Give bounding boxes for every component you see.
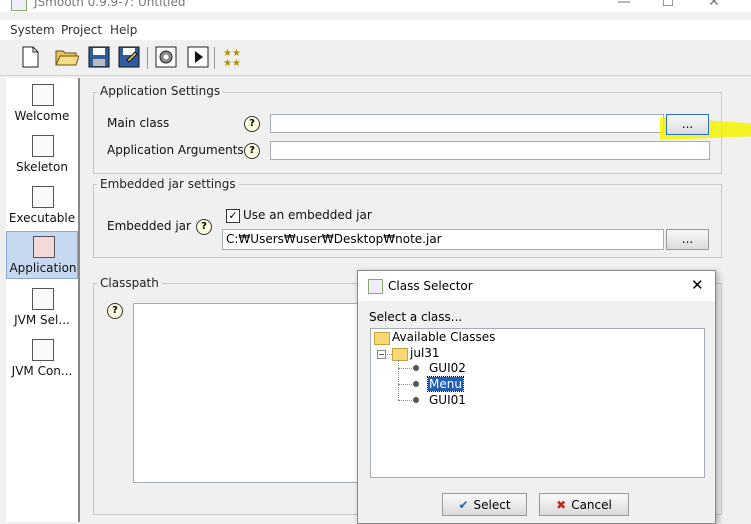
- folder-icon: [392, 348, 408, 361]
- window-title: JSmooth 0.9.9-7: Untitled: [34, 0, 186, 9]
- embedded-jar-label: Embedded jar: [107, 219, 191, 233]
- embedded-jar-browse-button[interactable]: ...: [666, 229, 709, 250]
- compile-icon[interactable]: [154, 45, 178, 69]
- select-button[interactable]: ✔ Select: [442, 493, 527, 516]
- app-args-label: Application Arguments: [107, 143, 244, 157]
- app-args-field[interactable]: [270, 141, 710, 160]
- cancel-x-icon: ✖: [556, 497, 567, 512]
- close-icon[interactable]: ✕: [704, 0, 724, 10]
- nav-welcome[interactable]: Welcome: [6, 80, 78, 128]
- application-settings-title: Application Settings: [97, 84, 224, 98]
- minimize-icon[interactable]: —: [614, 0, 634, 10]
- app-icon: [11, 0, 27, 11]
- nav-jvm-config-label: JVM Con...: [11, 364, 73, 378]
- tree-class-item[interactable]: GUI02: [429, 361, 466, 375]
- help-icon[interactable]: ?: [244, 143, 260, 159]
- jvm-selection-icon: [32, 288, 54, 310]
- nav-executable[interactable]: Executable: [6, 182, 78, 230]
- embedded-jar-path-field[interactable]: C:₩Users₩user₩Desktop₩note.jar: [222, 229, 664, 250]
- menu-bar: System Project Help: [0, 20, 751, 40]
- help-icon[interactable]: ?: [196, 219, 212, 235]
- svg-text:★★: ★★: [223, 58, 241, 68]
- new-icon[interactable]: [18, 45, 42, 69]
- embedded-jar-settings-title: Embedded jar settings: [97, 177, 239, 191]
- class-selector-dialog: Class Selector ✕ Select a class... Avail…: [357, 270, 716, 524]
- nav-welcome-label: Welcome: [14, 109, 70, 123]
- title-bar: JSmooth 0.9.9-7: Untitled — ☐ ✕: [0, 0, 751, 12]
- classpath-title: Classpath: [97, 276, 162, 290]
- class-tree[interactable]: Available Classes − jul31 GUI02 Menu GUI…: [370, 328, 705, 478]
- check-icon: ✔: [458, 497, 469, 512]
- about-icon[interactable]: ★★ ★★: [221, 45, 245, 69]
- dialog-title: Class Selector: [388, 279, 473, 293]
- main-class-field[interactable]: [270, 114, 664, 133]
- main-class-label: Main class: [107, 116, 170, 130]
- use-embedded-checkbox[interactable]: ✓: [226, 209, 240, 223]
- menu-system[interactable]: System: [10, 23, 55, 37]
- tree-package[interactable]: jul31: [410, 346, 440, 360]
- nav-skeleton-label: Skeleton: [16, 160, 68, 174]
- java-icon: [368, 279, 383, 294]
- open-icon[interactable]: [55, 45, 79, 69]
- cancel-button-label: Cancel: [571, 497, 612, 512]
- classpath-list[interactable]: [133, 303, 361, 483]
- main-class-browse-button[interactable]: ...: [666, 114, 709, 135]
- class-icon: [413, 397, 419, 403]
- run-icon[interactable]: [186, 45, 210, 69]
- nav-application[interactable]: Application: [6, 231, 78, 279]
- close-icon[interactable]: ✕: [691, 276, 704, 294]
- nav-skeleton[interactable]: Skeleton: [6, 131, 78, 179]
- welcome-icon: [32, 84, 54, 106]
- dialog-prompt: Select a class...: [369, 310, 463, 324]
- nav-application-label: Application: [9, 261, 77, 275]
- tree-class-item[interactable]: GUI01: [429, 393, 466, 407]
- dialog-title-bar: Class Selector ✕: [358, 271, 715, 301]
- help-icon[interactable]: ?: [107, 303, 123, 319]
- tree-root[interactable]: Available Classes: [392, 330, 495, 344]
- nav-jvm-config[interactable]: JVM Con...: [6, 335, 78, 383]
- toolbar: ★★ ★★: [0, 41, 751, 76]
- nav-executable-label: Executable: [8, 211, 76, 225]
- cancel-button[interactable]: ✖ Cancel: [539, 493, 629, 516]
- menu-help[interactable]: Help: [110, 23, 137, 37]
- nav-jvm-selection[interactable]: JVM Sel...: [6, 284, 78, 332]
- menu-project[interactable]: Project: [61, 23, 102, 37]
- jvm-config-icon: [32, 339, 54, 361]
- folder-icon: [374, 332, 390, 345]
- nav-jvm-selection-label: JVM Sel...: [14, 313, 70, 327]
- executable-icon: [32, 186, 54, 208]
- help-icon[interactable]: ?: [244, 116, 260, 132]
- skeleton-icon: [32, 135, 54, 157]
- class-icon: [413, 381, 419, 387]
- tree-class-item-selected[interactable]: Menu: [427, 376, 464, 392]
- maximize-icon[interactable]: ☐: [658, 0, 678, 10]
- side-nav: Welcome Skeleton Executable Application …: [6, 78, 80, 522]
- select-button-label: Select: [473, 497, 511, 512]
- use-embedded-label: Use an embedded jar: [243, 208, 372, 222]
- save-as-icon[interactable]: [117, 45, 141, 69]
- application-settings-group: [93, 92, 722, 174]
- class-icon: [413, 365, 419, 371]
- application-icon: [33, 236, 55, 258]
- save-icon[interactable]: [87, 45, 111, 69]
